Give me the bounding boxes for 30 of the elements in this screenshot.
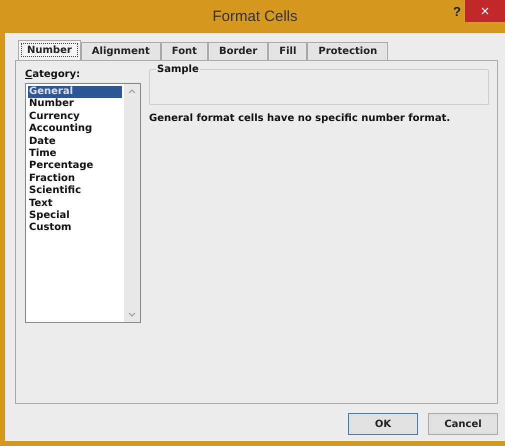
list-item[interactable]: Accounting (28, 123, 122, 136)
list-item[interactable]: Date (28, 136, 122, 148)
close-button[interactable]: × (465, 0, 505, 22)
list-item[interactable]: Percentage (28, 160, 122, 173)
list-item[interactable]: Custom (28, 222, 122, 235)
list-item[interactable]: Time (28, 148, 122, 160)
scrollbar[interactable] (124, 84, 140, 322)
tab[interactable]: Font (160, 42, 208, 60)
list-item[interactable]: General (28, 86, 122, 98)
list-item[interactable]: Text (28, 198, 122, 210)
help-button[interactable]: ? (453, 4, 461, 19)
list-item[interactable]: Number (28, 98, 122, 111)
dialog-button[interactable]: Cancel (428, 413, 498, 435)
description-text: General format cells have no specific number format. (149, 113, 452, 124)
tab[interactable]: Number (18, 40, 81, 60)
tab[interactable]: Protection (307, 42, 388, 60)
scroll-down-icon[interactable] (128, 312, 136, 317)
tab[interactable]: Alignment (80, 42, 161, 60)
list-item[interactable]: Currency (28, 110, 122, 124)
list-item[interactable]: Scientific (28, 185, 122, 198)
tab[interactable]: Border (208, 42, 268, 60)
list-item[interactable]: Fraction (28, 172, 122, 186)
sample-label: Sample (156, 64, 200, 75)
category-list[interactable]: General Number Currency Accounting Date Time Percentage Fraction Scientific Text Special Custom (25, 83, 141, 323)
scroll-up-icon[interactable] (128, 89, 136, 94)
list-item[interactable]: Special (28, 210, 122, 222)
category-label: Category: (25, 69, 82, 80)
window-title: Format Cells (212, 8, 298, 25)
dialog-button[interactable]: OK (348, 413, 418, 435)
tab[interactable]: Fill (268, 42, 308, 60)
